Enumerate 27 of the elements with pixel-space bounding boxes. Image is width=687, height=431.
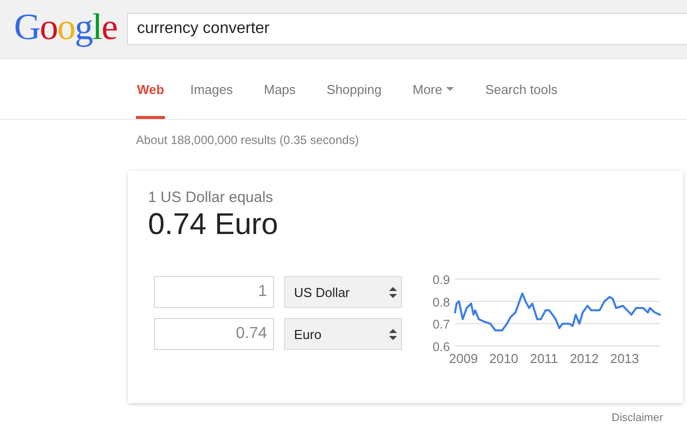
sort-arrows-icon: [389, 286, 397, 298]
x-tick-label: 2012: [570, 351, 599, 366]
nav-tab[interactable]: More: [412, 59, 456, 119]
x-tick-label: 2010: [489, 351, 518, 366]
disclaimer-link[interactable]: Disclaimer: [612, 412, 663, 424]
conversion-result: 0.74 Euro: [148, 208, 280, 242]
currency-select[interactable]: Euro: [284, 318, 402, 350]
conversion-caption: 1 US Dollar equals: [148, 189, 274, 206]
x-tick-label: 2013: [610, 351, 640, 366]
y-tick-label: 0.9: [432, 273, 450, 287]
nav-tab[interactable]: Web: [136, 59, 166, 119]
y-tick-label: 0.7: [432, 318, 450, 332]
amount-field[interactable]: 0.74: [154, 318, 274, 350]
x-tick-label: 2011: [530, 351, 558, 366]
nav-tab[interactable]: Images: [189, 59, 234, 119]
nav-tab[interactable]: Shopping: [326, 59, 383, 119]
y-tick-label: 0.8: [432, 295, 450, 310]
search-field[interactable]: currency converter: [127, 13, 687, 45]
nav-tab[interactable]: Maps: [262, 59, 297, 119]
logo[interactable]: Google: [14, 6, 127, 52]
sort-arrows-icon: [389, 328, 397, 340]
x-tick-label: 2009: [449, 351, 478, 366]
result-stats: About 188,000,000 results (0.35 seconds): [136, 133, 360, 147]
nav-tab[interactable]: Search tools: [484, 59, 558, 119]
currency-select[interactable]: US Dollar: [284, 276, 402, 308]
y-tick-label: 0.6: [432, 340, 450, 354]
amount-field[interactable]: 1: [154, 276, 274, 308]
